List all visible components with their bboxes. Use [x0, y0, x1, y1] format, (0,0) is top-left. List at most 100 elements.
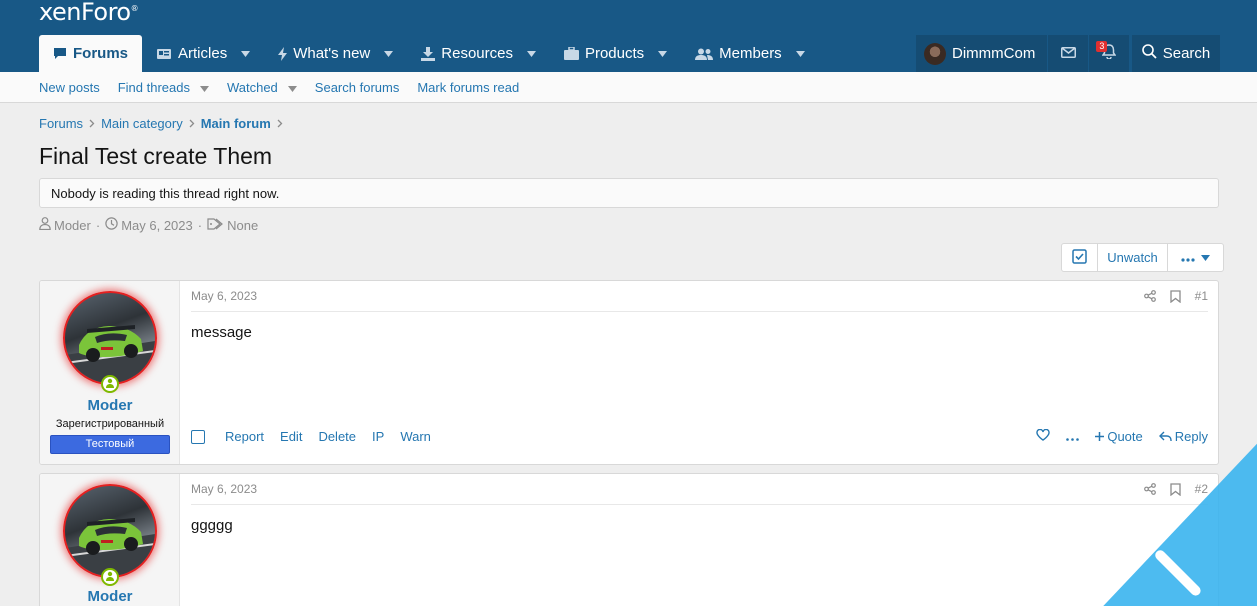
tags-icon — [207, 217, 227, 233]
search-icon — [1141, 44, 1163, 63]
meta-separator: · — [95, 217, 101, 233]
quote-label: Quote — [1107, 429, 1143, 444]
user-banner: Тестовый — [50, 435, 170, 454]
like-button[interactable] — [1036, 428, 1051, 444]
users-icon — [695, 48, 714, 60]
account-button[interactable]: DimmmCom — [916, 35, 1048, 72]
unwatch-button[interactable]: Unwatch — [1097, 244, 1167, 271]
post-username[interactable]: Moder — [40, 588, 180, 605]
new-posts-link[interactable]: New posts — [39, 80, 100, 95]
tab-label: Articles — [178, 45, 228, 62]
breadcrumb-item-main-category[interactable]: Main category — [101, 116, 183, 131]
user-icon — [39, 217, 54, 233]
thread-tags[interactable]: None — [207, 218, 258, 233]
thread-date-text: May 6, 2023 — [121, 217, 193, 233]
inbox-button[interactable] — [1048, 35, 1089, 72]
chevron-down-icon[interactable] — [658, 50, 668, 57]
chevron-down-icon[interactable] — [241, 50, 251, 57]
post-footer: Report Edit Delete IP Warn Quote Reply — [191, 428, 1208, 444]
post-main: May 6, 2023 #2 ggggg — [181, 474, 1218, 606]
share-icon[interactable] — [1143, 483, 1156, 495]
warn-link[interactable]: Warn — [400, 429, 431, 444]
tab-whats-new[interactable]: What's new — [264, 35, 407, 72]
tab-label: Members — [719, 45, 782, 62]
search-forums-link[interactable]: Search forums — [315, 80, 400, 95]
envelope-icon — [1060, 45, 1076, 62]
logo-mark: ® — [130, 4, 139, 13]
report-link[interactable]: Report — [225, 429, 264, 444]
breadcrumb-item-forums[interactable]: Forums — [39, 116, 83, 131]
tab-products[interactable]: Products — [550, 35, 681, 72]
comments-icon — [53, 47, 67, 60]
reply-button[interactable]: Reply — [1158, 429, 1208, 444]
more-options-button[interactable] — [1167, 244, 1223, 271]
car-image — [65, 518, 155, 576]
site-logo[interactable]: xenForo® — [39, 0, 139, 26]
post-user-cell: Moder — [40, 474, 180, 606]
bookmark-icon[interactable] — [1169, 289, 1181, 303]
post-1: Moder Зарегистрированный Тестовый May 6,… — [39, 280, 1219, 465]
post-date[interactable]: May 6, 2023 — [191, 289, 1130, 303]
user-online-icon — [105, 375, 115, 393]
select-post-checkbox[interactable] — [191, 429, 205, 444]
user-avatar[interactable] — [63, 291, 157, 385]
tab-articles[interactable]: Articles — [142, 35, 264, 72]
mark-forums-read-link[interactable]: Mark forums read — [417, 80, 519, 95]
watched-link[interactable]: Watched — [227, 80, 297, 95]
ip-link[interactable]: IP — [372, 429, 384, 444]
post-number[interactable]: #1 — [1195, 289, 1208, 303]
chevron-down-icon[interactable] — [384, 50, 394, 57]
site-header: xenForo® Forums Articles What's new Reso… — [0, 0, 1257, 72]
search-label: Search — [1162, 45, 1211, 62]
thread-author[interactable]: Moder — [39, 217, 91, 233]
reply-icon — [1158, 431, 1172, 442]
select-thread-button[interactable] — [1062, 244, 1097, 271]
chevron-down-icon[interactable] — [526, 50, 536, 57]
post-header: May 6, 2023 #2 — [191, 474, 1208, 505]
find-threads-link[interactable]: Find threads — [118, 80, 209, 95]
main-nav: Forums Articles What's new Resources Pro… — [39, 35, 819, 72]
online-indicator — [101, 568, 119, 586]
reply-label: Reply — [1174, 429, 1208, 444]
breadcrumb-item-main-forum[interactable]: Main forum — [201, 116, 271, 131]
ellipsis-icon — [1066, 429, 1080, 444]
tab-members[interactable]: Members — [681, 35, 819, 72]
breadcrumb: Forums Main category Main forum — [39, 116, 289, 131]
more-post-options-button[interactable] — [1066, 429, 1080, 444]
search-button[interactable]: Search — [1132, 35, 1220, 72]
bookmark-icon[interactable] — [1169, 482, 1181, 496]
tab-resources[interactable]: Resources — [407, 35, 550, 72]
thread-meta: Moder · May 6, 2023 · None — [39, 217, 258, 233]
online-indicator — [101, 375, 119, 393]
chevron-down-icon — [1201, 254, 1210, 261]
meta-separator: · — [197, 217, 203, 233]
tab-forums[interactable]: Forums — [39, 35, 143, 72]
alerts-button[interactable]: 3 — [1089, 35, 1130, 72]
chevron-down-icon[interactable] — [199, 80, 209, 95]
clock-icon — [105, 217, 121, 233]
post-number[interactable]: #2 — [1195, 482, 1208, 496]
watched-label: Watched — [226, 79, 278, 95]
post-username[interactable]: Moder — [40, 397, 180, 414]
chevron-right-icon — [189, 117, 195, 131]
delete-link[interactable]: Delete — [318, 429, 356, 444]
chevron-down-icon[interactable] — [287, 80, 297, 95]
ellipsis-icon — [1181, 250, 1195, 265]
user-avatar[interactable] — [63, 484, 157, 578]
find-threads-label: Find threads — [117, 79, 190, 95]
tab-label: Resources — [441, 45, 513, 62]
chevron-down-icon[interactable] — [795, 50, 805, 57]
post-2: Moder May 6, 2023 #2 ggggg — [39, 473, 1219, 606]
thread-tags-text: None — [227, 217, 259, 233]
bolt-icon — [278, 46, 288, 61]
user-title: Зарегистрированный — [55, 418, 165, 430]
post-date[interactable]: May 6, 2023 — [191, 482, 1130, 496]
post-message: ggggg — [191, 517, 233, 534]
user-area: DimmmCom 3 — [916, 35, 1130, 72]
thread-readers-notice: Nobody is reading this thread right now. — [39, 178, 1219, 208]
thread-date[interactable]: May 6, 2023 — [105, 217, 193, 233]
chevron-right-icon — [89, 117, 95, 131]
quote-button[interactable]: Quote — [1095, 429, 1143, 444]
edit-link[interactable]: Edit — [280, 429, 302, 444]
share-icon[interactable] — [1143, 290, 1156, 302]
